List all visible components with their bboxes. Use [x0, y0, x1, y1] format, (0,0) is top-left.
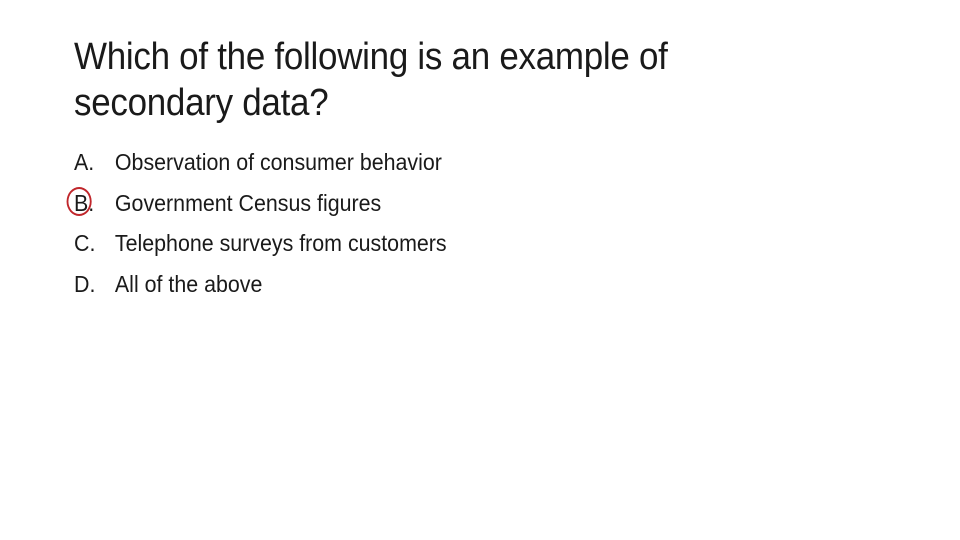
option-letter: B.: [66, 186, 115, 228]
option-text: Government Census figures: [114, 189, 382, 216]
option-d: D. All of the above: [74, 268, 447, 309]
option-letter: D.: [74, 270, 96, 297]
option-text: Observation of consumer behavior: [114, 149, 442, 175]
option-a: A. Observation of consumer behavior: [74, 146, 447, 187]
option-b: B. Government Census figures: [66, 186, 447, 228]
answer-circle-mark: [66, 186, 92, 216]
option-letter: C.: [74, 230, 96, 256]
option-text: All of the above: [114, 270, 263, 297]
answer-options: A. Observation of consumer behavior B. G…: [66, 146, 475, 309]
option-text: Telephone surveys from customers: [114, 230, 447, 256]
option-letter: A.: [74, 149, 95, 175]
option-c: C. Telephone surveys from customers: [74, 227, 447, 268]
question-title: Which of the following is an example of …: [74, 36, 668, 124]
